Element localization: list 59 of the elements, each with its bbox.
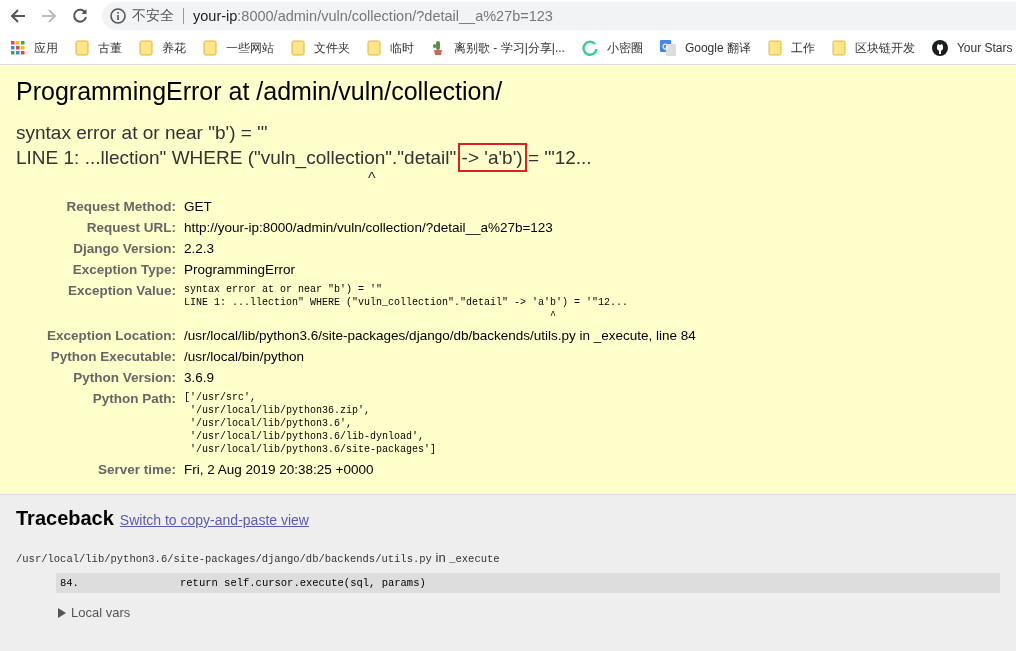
bookmark-item[interactable]: 区块链开发 — [831, 39, 915, 57]
bookmark-item[interactable]: 工作 — [767, 39, 815, 57]
folder-icon — [831, 40, 846, 56]
ring-icon — [581, 40, 598, 56]
folder-icon — [75, 40, 89, 56]
meta-value: syntax error at or near "b') = '" LINE 1: ...llection" WHERE ("vuln_collection"."detail" -> 'a'b') = '"12... ^ — [184, 283, 630, 322]
meta-value: 2.2.3 — [184, 240, 216, 258]
meta-label: Request URL: — [16, 217, 184, 238]
meta-value: ProgrammingError — [184, 261, 297, 279]
meta-label: Server time: — [96, 461, 177, 479]
apps-grid-icon — [11, 41, 25, 55]
traceback-heading: Traceback — [16, 507, 114, 530]
meta-label: Exception Value: — [16, 280, 184, 325]
info-icon[interactable] — [110, 8, 126, 24]
meta-value: Fri, 2 Aug 2019 20:38:25 +0000 — [184, 461, 375, 479]
bookmark-item[interactable]: 古董 — [75, 39, 122, 57]
meta-value: /usr/local/bin/python — [184, 348, 306, 366]
address-bar[interactable]: 不安全 your-ip:8000/admin/vuln/collection/?detail__a%27b=123 — [102, 2, 1016, 30]
github-icon — [931, 40, 948, 56]
bookmark-item[interactable]: Your Stars — [931, 40, 1013, 56]
frame-location: /usr/local/lib/python3.6/site-packages/django/db/backends/utils.py in _execute — [16, 550, 501, 565]
meta-label: Django Version: — [16, 238, 184, 259]
url-text: your-ip:8000/admin/vuln/collection/?detail__a%27b=123 — [193, 8, 553, 24]
meta-label: Request Method: — [16, 196, 184, 217]
folder-icon — [767, 40, 782, 56]
security-label: 不安全 — [132, 7, 174, 25]
meta-label: Python Executable: — [16, 346, 184, 367]
error-title: ProgrammingError at /admin/vuln/collection/ — [16, 77, 504, 106]
bookmark-item[interactable]: 文件夹 — [291, 39, 350, 57]
folder-icon — [203, 40, 217, 56]
local-vars-toggle[interactable]: Local vars — [58, 605, 1000, 620]
bookmark-item[interactable]: 养花 — [139, 39, 186, 57]
back-icon[interactable] — [9, 7, 27, 25]
meta-label: Python Path: — [91, 390, 177, 408]
exception-message: LINE 1: ...llection" WHERE ("vuln_collection"."detail" -> 'a'b') = '"12... — [16, 145, 1000, 170]
meta-value: /usr/local/lib/python3.6/site-packages/django/db/backends/utils.py in _execute, line 84 — [184, 327, 696, 345]
reload-icon[interactable] — [71, 7, 89, 25]
meta-value: GET — [184, 198, 213, 216]
meta-label: Exception Location: — [16, 325, 184, 346]
bookmark-item[interactable]: 临时 — [367, 39, 414, 57]
folder-icon — [291, 40, 305, 56]
exception-message: syntax error at or near "b') = '" — [16, 121, 269, 145]
copy-paste-view-link[interactable]: Switch to copy-and-paste view — [119, 512, 309, 528]
meta-value: ['/usr/src', '/usr/local/lib/python36.zip', '/usr/local/lib/python3.6', '/usr/local/lib/python3.6/lib-dynload', '/usr/local/lib/python3.6/site-packages'] — [184, 391, 438, 456]
meta-value: http://your-ip:8000/admin/vuln/collection/?detail__a%27b=123 — [184, 219, 554, 237]
meta-label: Exception Type: — [71, 261, 177, 279]
meta-label: Python Version: — [16, 367, 184, 388]
folder-icon — [367, 40, 381, 56]
bookmark-item[interactable]: 一些网站 — [203, 39, 274, 57]
caret-marker: ^ — [367, 170, 377, 188]
bookmark-item[interactable]: 离别歌 - 学习|分享|... — [431, 39, 565, 57]
triangle-icon[interactable] — [58, 607, 66, 618]
folder-icon — [139, 40, 153, 56]
translate-icon — [659, 40, 676, 56]
bookmark-item[interactable]: 应用 — [11, 39, 58, 57]
bookmark-item[interactable]: 小密圈 — [581, 39, 643, 57]
cactus-icon — [431, 40, 445, 56]
bookmark-item[interactable]: Google 翻译 — [659, 39, 751, 57]
meta-value: 3.6.9 — [184, 369, 216, 387]
